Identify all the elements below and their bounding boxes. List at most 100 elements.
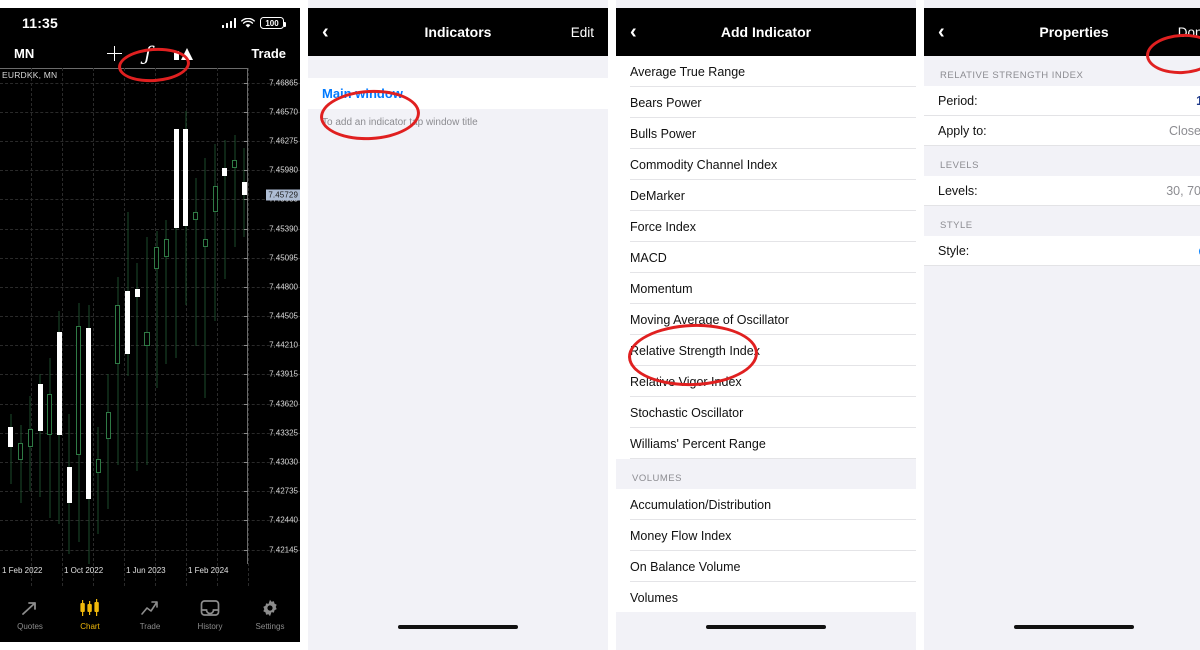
candlestick (125, 68, 131, 564)
price-tick-label: 7.42145 (269, 545, 298, 555)
property-value-text: 30, 70 (1166, 184, 1200, 198)
property-row-period[interactable]: Period: 14 (924, 86, 1200, 116)
done-button[interactable]: Done (1178, 25, 1200, 40)
price-tick (244, 462, 248, 464)
indicator-label: Williams' Percent Range (630, 436, 766, 451)
property-label: Apply to: (938, 124, 987, 138)
indicator-label: Volumes (630, 590, 678, 605)
tab-history[interactable]: History (180, 586, 240, 642)
tab-chart[interactable]: Chart (60, 586, 120, 642)
indicator-list-item[interactable]: Momentum (616, 273, 916, 304)
section-header: LEVELS (924, 146, 1200, 176)
candlestick (95, 68, 101, 564)
page-title: Add Indicator (720, 24, 812, 40)
indicator-label: Accumulation/Distribution (630, 497, 772, 512)
price-tick-label: 7.46865 (269, 78, 298, 88)
candlestick (56, 68, 62, 564)
edit-button[interactable]: Edit (571, 25, 594, 40)
candlestick (134, 68, 140, 564)
indicator-list-item[interactable]: Bears Power (616, 87, 916, 118)
indicator-type-list[interactable]: Average True Range Bears Power Bulls Power… (616, 56, 916, 613)
tab-settings[interactable]: Settings (240, 586, 300, 642)
objects-icon[interactable] (173, 46, 193, 60)
candlestick (202, 68, 208, 564)
price-tick (244, 228, 248, 230)
section-header-volumes: VOLUMES (616, 459, 916, 489)
indicator-list-item[interactable]: DeMarker (616, 180, 916, 211)
price-tick (244, 140, 248, 142)
price-chart[interactable]: EURDKK, MN 7.46865 7.46570 7.46275 7.45980 7… (0, 68, 300, 586)
price-axis: 7.468657.465707.462757.459807.456857.453… (248, 68, 300, 564)
back-chevron-icon[interactable]: ‹ (938, 22, 958, 42)
indicator-list-item[interactable]: Moving Average of Oscillator (616, 304, 916, 335)
property-value: 30, 70› (1166, 184, 1200, 198)
candlestick-icon (79, 598, 101, 618)
tab-label: Trade (139, 621, 161, 631)
page-title: Indicators (424, 24, 492, 40)
price-tick-label: 7.45980 (269, 165, 298, 175)
tab-label: History (197, 621, 223, 631)
indicator-label: Bulls Power (630, 126, 696, 141)
property-row-style[interactable]: Style: (924, 236, 1200, 266)
trade-button[interactable]: Trade (251, 46, 286, 61)
indicator-list-item[interactable]: Average True Range (616, 56, 916, 87)
property-row-apply-to[interactable]: Apply to: Close› (924, 116, 1200, 146)
tab-quotes[interactable]: Quotes (0, 586, 60, 642)
function-f-icon[interactable]: ƒ (144, 43, 151, 63)
indicator-list-item[interactable]: Relative Strength Index (616, 335, 916, 366)
indicator-list-item[interactable]: Bulls Power (616, 118, 916, 149)
screenshot-root: 11:35 100 MN ƒ Trade EURDKK, MN 7.46865 … (0, 0, 1200, 650)
candlestick (8, 68, 14, 564)
property-value: 14 (1196, 94, 1200, 108)
properties-list[interactable]: RELATIVE STRENGTH INDEX Period: 14 Apply to… (924, 56, 1200, 612)
indicator-list-item[interactable]: Money Flow Index (616, 520, 916, 551)
price-tick (244, 403, 248, 405)
page-title: Properties (1039, 24, 1109, 40)
candlestick (37, 68, 43, 564)
tab-trade[interactable]: Trade (120, 586, 180, 642)
price-tick (244, 286, 248, 288)
chart-toolbar: MN ƒ Trade (0, 38, 300, 68)
cellular-bars-icon (221, 18, 236, 28)
indicator-label: Stochastic Oscillator (630, 405, 744, 420)
indicator-window-row[interactable]: Main window (308, 78, 608, 109)
plus-icon[interactable] (107, 45, 123, 61)
indicator-list-item[interactable]: On Balance Volume (616, 551, 916, 582)
indicator-list-item[interactable]: Williams' Percent Range (616, 428, 916, 459)
candlestick (212, 68, 218, 564)
indicator-list-item[interactable]: Relative Vigor Index (616, 366, 916, 397)
property-row-levels[interactable]: Levels: 30, 70› (924, 176, 1200, 206)
main-window-link[interactable]: Main window (322, 86, 403, 101)
section-header: RELATIVE STRENGTH INDEX (924, 56, 1200, 86)
wifi-icon (241, 17, 255, 29)
indicator-label: Commodity Channel Index (630, 157, 778, 172)
section-gap (308, 56, 608, 78)
time-tick-label: 1 Jun 2023 (126, 566, 166, 575)
price-tick-label: 7.43620 (269, 399, 298, 409)
timeframe-button[interactable]: MN (14, 46, 34, 61)
history-tray-icon (200, 598, 220, 618)
indicator-list-item[interactable]: Accumulation/Distribution (616, 489, 916, 520)
price-tick-label: 7.45390 (269, 224, 298, 234)
price-tick (244, 316, 248, 318)
indicator-list-item[interactable]: Stochastic Oscillator (616, 397, 916, 428)
indicator-list-item[interactable]: MACD (616, 242, 916, 273)
price-tick (244, 345, 248, 347)
indicator-list-item[interactable]: Commodity Channel Index (616, 149, 916, 180)
price-tick (244, 374, 248, 376)
add-indicator-navbar: ‹ Add Indicator (616, 8, 916, 56)
tab-label: Quotes (17, 621, 43, 631)
candlestick (173, 68, 179, 564)
price-tick-label: 7.44800 (269, 282, 298, 292)
indicator-label: MACD (630, 250, 667, 265)
candlestick (163, 68, 169, 564)
section-header: STYLE (924, 206, 1200, 236)
price-tick (244, 549, 248, 551)
price-tick (244, 491, 248, 493)
candlestick (66, 68, 72, 564)
back-chevron-icon[interactable]: ‹ (630, 22, 650, 42)
back-chevron-icon[interactable]: ‹ (322, 22, 342, 42)
indicator-list-item[interactable]: Volumes (616, 582, 916, 613)
indicator-list-item[interactable]: Force Index (616, 211, 916, 242)
candlestick (222, 68, 228, 564)
